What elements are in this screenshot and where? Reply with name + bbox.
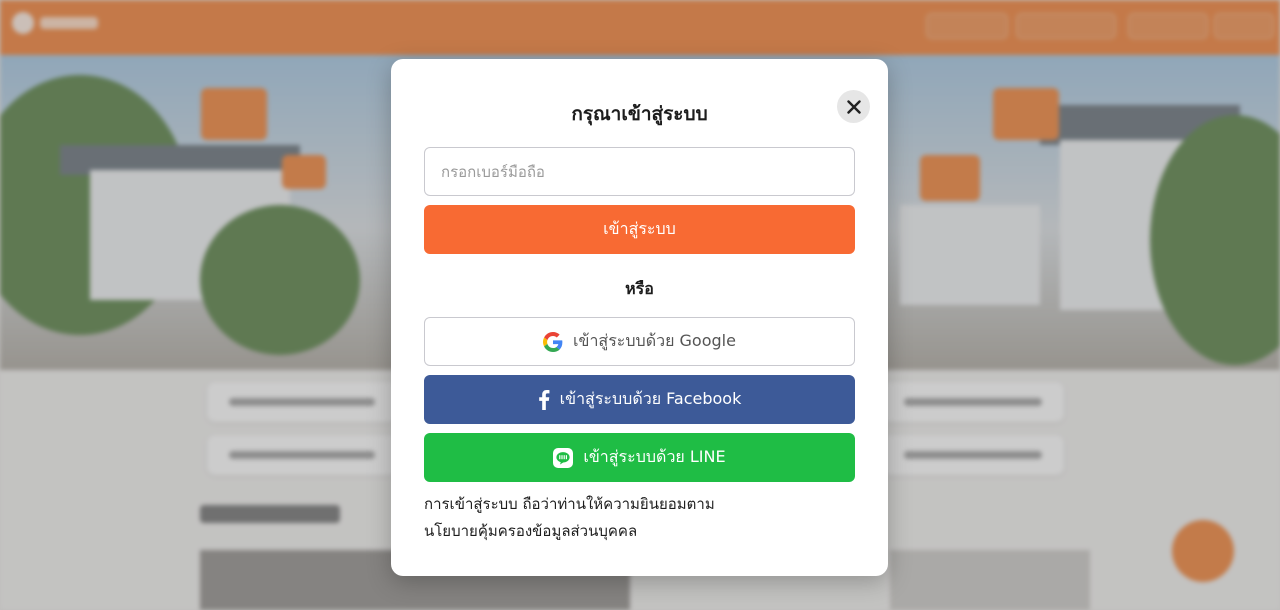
consent-line-1: การเข้าสู่ระบบ ถือว่าท่านให้ความยินยอมตา… [424,495,715,513]
line-icon [553,447,574,468]
phone-input[interactable] [424,147,855,196]
google-icon [543,331,563,352]
google-login-button[interactable]: เข้าสู่ระบบด้วย Google [424,317,855,366]
close-button[interactable] [837,90,870,123]
login-button-label: เข้าสู่ระบบ [603,219,676,238]
privacy-policy-link[interactable]: นโยบายคุ้มครองข้อมูลส่วนบุคคล [424,518,855,545]
facebook-login-label: เข้าสู่ระบบด้วย Facebook [559,389,742,408]
google-login-label: เข้าสู่ระบบด้วย Google [573,331,736,350]
line-login-button[interactable]: เข้าสู่ระบบด้วย LINE [424,433,855,482]
or-divider: หรือ [625,279,654,298]
modal-title: กรุณาเข้าสู่ระบบ [571,103,708,125]
close-icon [846,99,861,114]
line-login-label: เข้าสู่ระบบด้วย LINE [583,447,726,466]
login-modal: กรุณาเข้าสู่ระบบ เข้าสู่ระบบ หรือ เข้าสู… [391,59,888,576]
facebook-icon [538,389,550,410]
consent-text: การเข้าสู่ระบบ ถือว่าท่านให้ความยินยอมตา… [424,491,855,545]
facebook-login-button[interactable]: เข้าสู่ระบบด้วย Facebook [424,375,855,424]
login-button[interactable]: เข้าสู่ระบบ [424,205,855,254]
